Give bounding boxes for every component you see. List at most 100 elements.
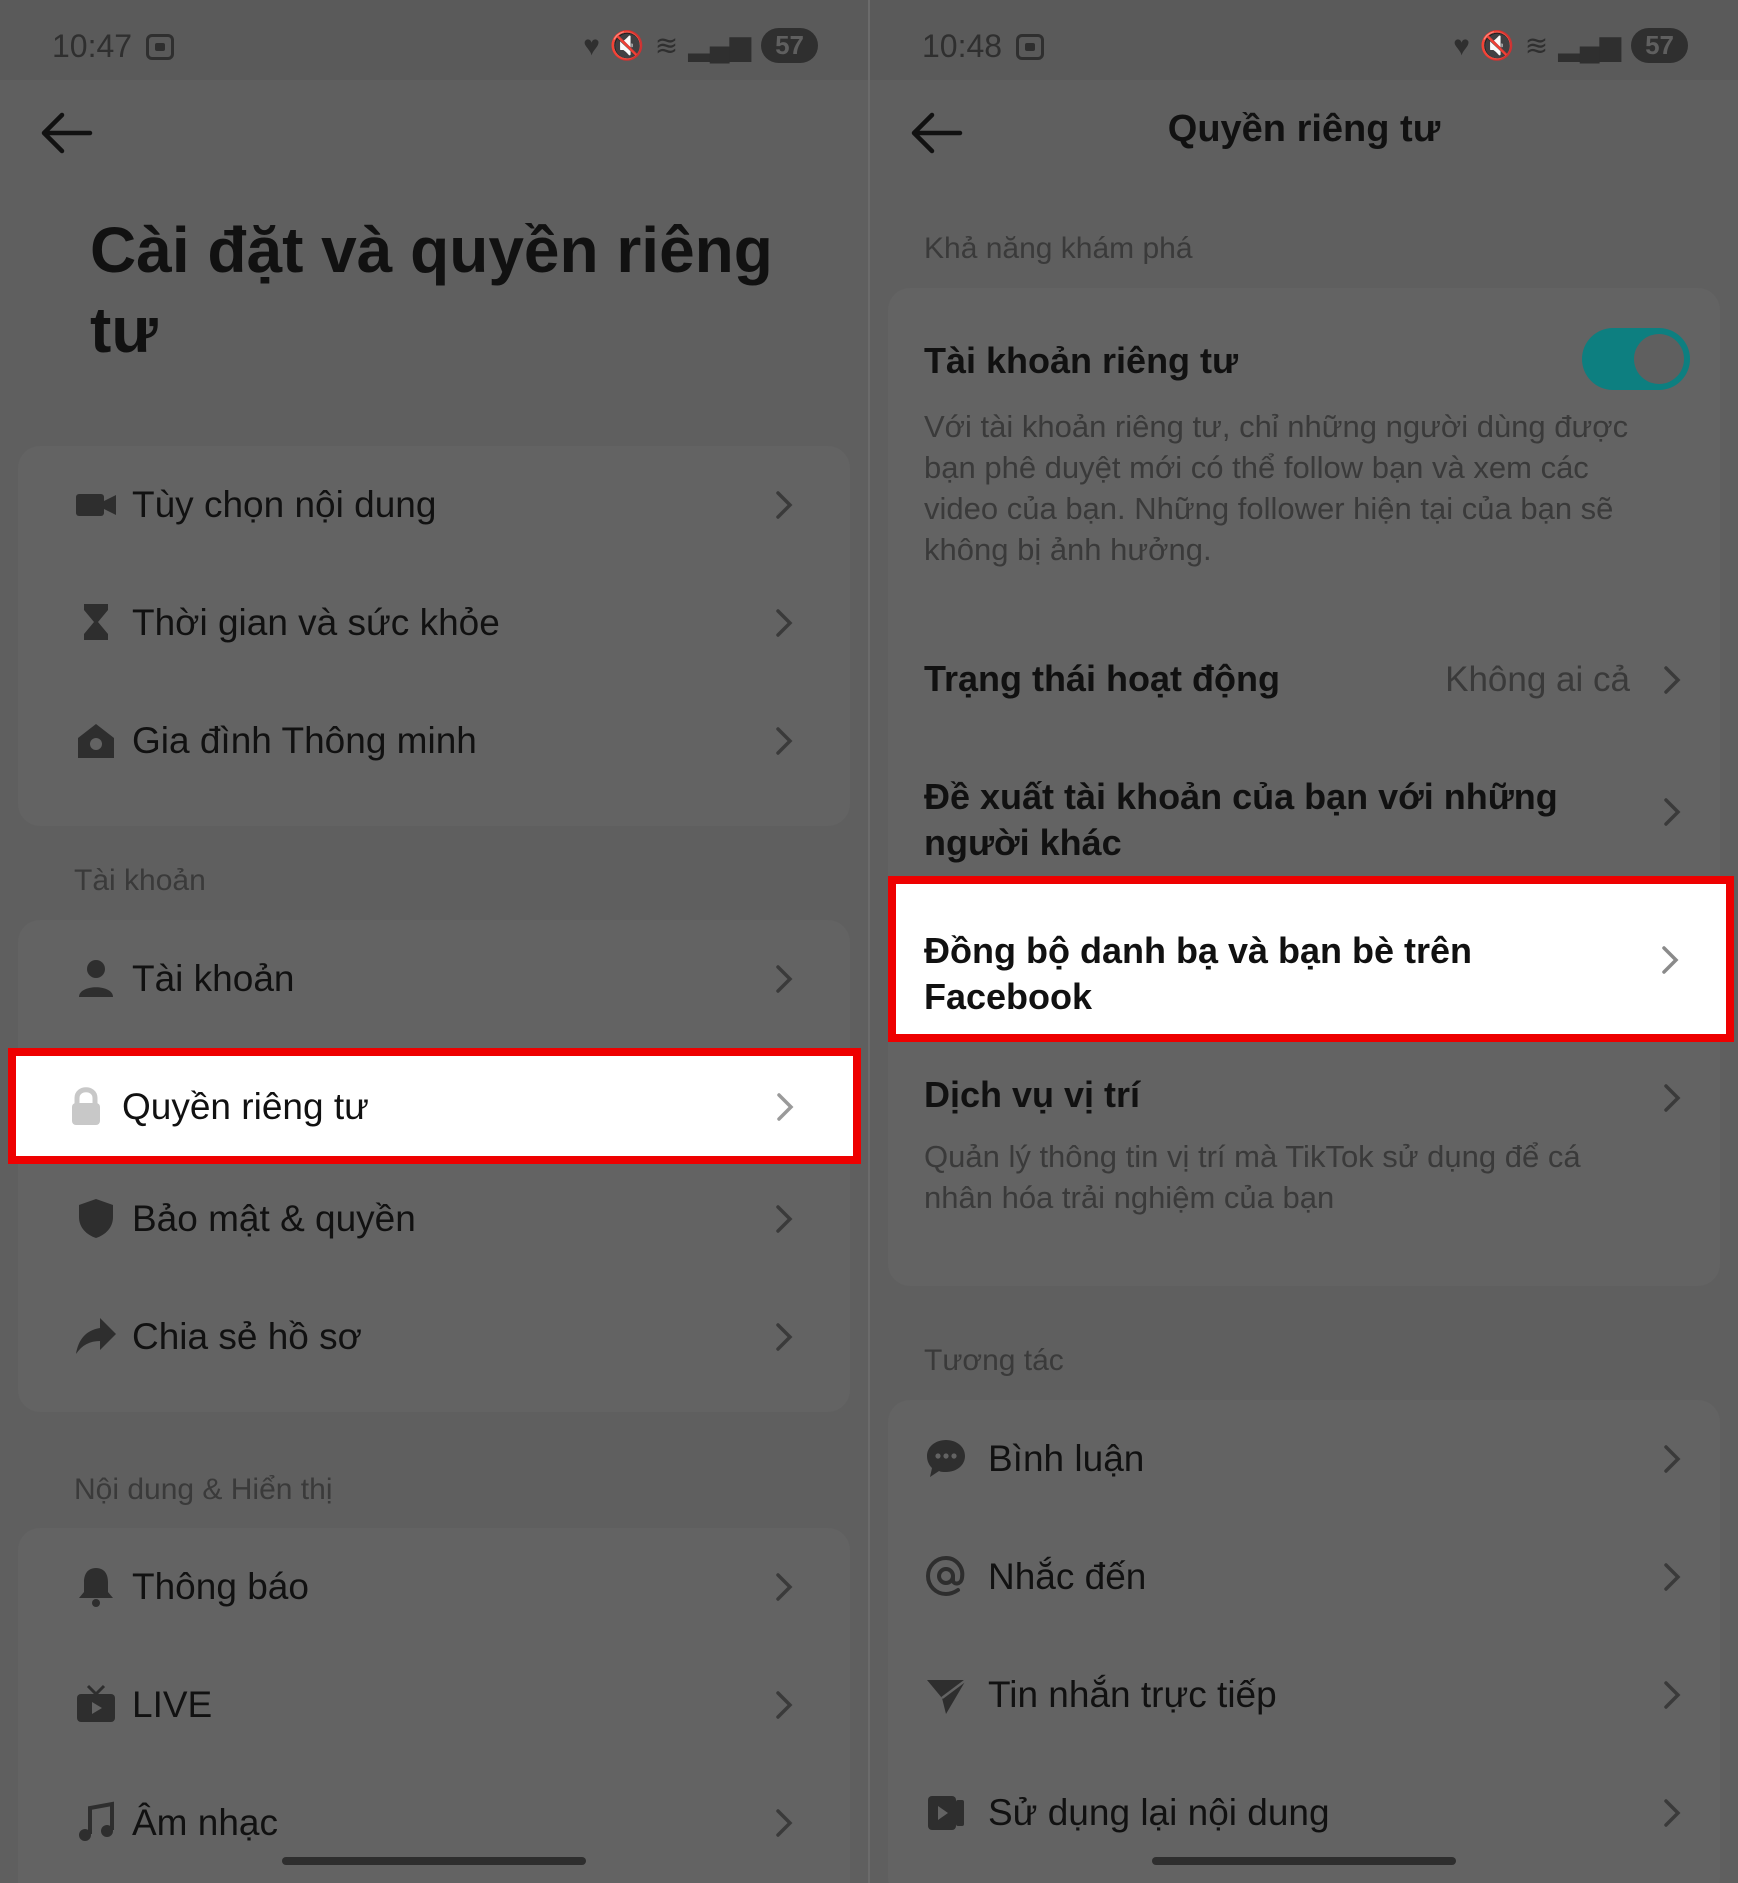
mute-icon: 🔇 bbox=[609, 29, 645, 61]
screen-record-icon bbox=[146, 34, 174, 60]
chevron-right-icon bbox=[1660, 1080, 1684, 1116]
private-account-desc-line: Với tài khoản riêng tư, chỉ những người … bbox=[924, 409, 1629, 444]
status-bar: 10:48 ♥ 🔇 ≋ ▂▄▆ 57 bbox=[870, 0, 1738, 80]
chevron-right-icon bbox=[772, 961, 796, 997]
back-button[interactable] bbox=[38, 108, 94, 158]
private-account-desc-line: không bị ảnh hưởng. bbox=[924, 532, 1212, 567]
chevron-right-icon bbox=[1660, 1559, 1684, 1595]
private-account-desc-line: video của bạn. Những follower hiện tại c… bbox=[924, 491, 1614, 526]
menu-item-family-pairing[interactable]: Gia đình Thông minh bbox=[18, 682, 850, 800]
menu-item-share-profile[interactable]: Chia sẻ hồ sơ bbox=[18, 1278, 850, 1396]
chevron-right-icon bbox=[773, 1089, 797, 1125]
menu-item-screen-time[interactable]: Thời gian và sức khỏe bbox=[18, 564, 850, 682]
menu-item-label: LIVE bbox=[132, 1684, 213, 1725]
menu-item-account[interactable]: Tài khoản bbox=[18, 920, 850, 1038]
share-icon bbox=[74, 1314, 118, 1358]
chevron-right-icon bbox=[772, 605, 796, 641]
section-header-content-display: Nội dung & Hiển thị bbox=[74, 1473, 333, 1506]
menu-item-label: Bình luận bbox=[988, 1438, 1145, 1479]
settings-card-content-display: Thông báo LIVE Âm nhạc bbox=[18, 1528, 850, 1883]
menu-item-mentions[interactable]: Nhắc đến bbox=[888, 1518, 1720, 1636]
status-icons: ♥ 🔇 ≋ ▂▄▆ 57 bbox=[583, 28, 818, 63]
private-account-toggle[interactable] bbox=[1582, 328, 1690, 390]
menu-item-privacy-inner: Quyền riêng tư bbox=[8, 1048, 861, 1166]
comment-icon bbox=[924, 1436, 968, 1480]
location-title: Dịch vụ vị trí bbox=[924, 1074, 1141, 1115]
page-title: Quyền riêng tư bbox=[1167, 108, 1441, 150]
screen-record-icon bbox=[1016, 34, 1044, 60]
signal-icon: ▂▄▆ bbox=[688, 29, 752, 61]
menu-item-label: Quyền riêng tư bbox=[122, 1086, 369, 1127]
section-header-discoverability: Khả năng khám phá bbox=[924, 232, 1193, 265]
menu-item-label: Gia đình Thông minh bbox=[132, 720, 477, 761]
chevron-right-icon bbox=[772, 723, 796, 759]
status-bar: 10:47 ♥ 🔇 ≋ ▂▄▆ 57 bbox=[0, 0, 868, 80]
discoverability-card: Tài khoản riêng tư Với tài khoản riêng t… bbox=[888, 288, 1720, 1286]
chevron-right-icon bbox=[1660, 1795, 1684, 1831]
interaction-card: Bình luận Nhắc đến Tin nhắn trực tiếp Sử… bbox=[888, 1400, 1720, 1883]
suggest-account-line: người khác bbox=[924, 822, 1122, 863]
bell-icon bbox=[74, 1564, 118, 1608]
suggest-account-line: Đề xuất tài khoản của bạn với những bbox=[924, 776, 1558, 817]
section-header-account: Tài khoản bbox=[74, 864, 206, 897]
video-camera-icon bbox=[74, 482, 118, 526]
section-header-interaction: Tương tác bbox=[924, 1344, 1064, 1377]
menu-item-label: Bảo mật & quyền bbox=[132, 1198, 416, 1239]
shield-icon bbox=[74, 1196, 118, 1240]
heart-icon: ♥ bbox=[583, 29, 600, 61]
tv-icon bbox=[74, 1682, 118, 1726]
at-sign-icon bbox=[924, 1554, 968, 1598]
menu-item-content-preferences[interactable]: Tùy chọn nội dung bbox=[18, 446, 850, 564]
lock-icon bbox=[64, 1084, 108, 1128]
menu-item-label: Tùy chọn nội dung bbox=[132, 484, 437, 525]
home-indicator[interactable] bbox=[1152, 1857, 1456, 1865]
sync-contacts-line: Facebook bbox=[924, 976, 1093, 1017]
menu-item-live[interactable]: LIVE bbox=[18, 1646, 850, 1764]
chevron-right-icon bbox=[772, 1805, 796, 1841]
private-account-title: Tài khoản riêng tư bbox=[924, 340, 1239, 381]
chevron-right-icon bbox=[1660, 794, 1684, 830]
menu-item-label: Nhắc đến bbox=[988, 1556, 1147, 1597]
menu-item-activity-status[interactable]: Trạng thái hoạt động Không ai cả bbox=[888, 614, 1720, 744]
menu-item-label: Âm nhạc bbox=[132, 1802, 279, 1843]
chevron-right-icon bbox=[772, 1201, 796, 1237]
menu-item-notifications[interactable]: Thông báo bbox=[18, 1528, 850, 1646]
chevron-right-icon bbox=[772, 1319, 796, 1355]
menu-item-sync-contacts[interactable]: Đồng bộ danh bạ và bạn bè trên Facebook bbox=[888, 876, 1734, 1042]
battery-indicator: 57 bbox=[761, 28, 818, 63]
private-account-desc-line: bạn phê duyệt mới có thể follow bạn và x… bbox=[924, 450, 1589, 485]
battery-indicator: 57 bbox=[1631, 28, 1688, 63]
home-indicator[interactable] bbox=[282, 1857, 586, 1865]
chevron-right-icon bbox=[772, 1687, 796, 1723]
menu-item-suggest-account[interactable]: Đề xuất tài khoản của bạn với những ngườ… bbox=[888, 744, 1720, 884]
menu-item-direct-messages[interactable]: Tin nhắn trực tiếp bbox=[888, 1636, 1720, 1754]
person-icon bbox=[74, 956, 118, 1000]
menu-item-security[interactable]: Bảo mật & quyền bbox=[18, 1160, 850, 1278]
back-arrow-icon bbox=[41, 112, 93, 154]
location-desc-line: Quản lý thông tin vị trí mà TikTok sử dụ… bbox=[924, 1139, 1581, 1174]
right-screen: 10:48 ♥ 🔇 ≋ ▂▄▆ 57 Quyền riêng tư Khả nă… bbox=[870, 0, 1738, 1883]
status-icons: ♥ 🔇 ≋ ▂▄▆ 57 bbox=[1453, 28, 1688, 63]
wifi-icon: ≋ bbox=[654, 29, 679, 61]
activity-status-title: Trạng thái hoạt động bbox=[924, 658, 1280, 699]
left-screen: 10:47 ♥ 🔇 ≋ ▂▄▆ 57 Cài đặt và quyền riên… bbox=[0, 0, 868, 1883]
page-title: Cài đặt và quyền riêng tư bbox=[90, 214, 773, 366]
menu-item-location-services[interactable]: Dịch vụ vị trí Quản lý thông tin vị trí … bbox=[888, 1050, 1720, 1280]
toggle-knob bbox=[1634, 334, 1684, 384]
settings-card-account: Tài khoản Bảo mật & quyền Chia sẻ hồ sơ bbox=[18, 920, 850, 1412]
menu-item-privacy[interactable]: Quyền riêng tư bbox=[8, 1048, 861, 1164]
settings-card-general: Tùy chọn nội dung Thời gian và sức khỏe … bbox=[18, 446, 850, 826]
menu-item-label: Thông báo bbox=[132, 1566, 309, 1607]
menu-item-content-reuse[interactable]: Sử dụng lại nội dung bbox=[888, 1754, 1720, 1872]
chevron-right-icon bbox=[1660, 1677, 1684, 1713]
chevron-right-icon bbox=[772, 487, 796, 523]
menu-item-label: Sử dụng lại nội dung bbox=[988, 1792, 1330, 1833]
status-time: 10:47 bbox=[52, 28, 133, 64]
activity-status-value: Không ai cả bbox=[1445, 660, 1630, 699]
menu-item-label: Tài khoản bbox=[132, 958, 295, 999]
chevron-right-icon bbox=[1658, 942, 1682, 978]
location-desc-line: nhân hóa trải nghiệm của bạn bbox=[924, 1180, 1335, 1215]
chevron-right-icon bbox=[1660, 1441, 1684, 1477]
menu-item-label: Tin nhắn trực tiếp bbox=[988, 1674, 1277, 1715]
menu-item-comments[interactable]: Bình luận bbox=[888, 1400, 1720, 1518]
